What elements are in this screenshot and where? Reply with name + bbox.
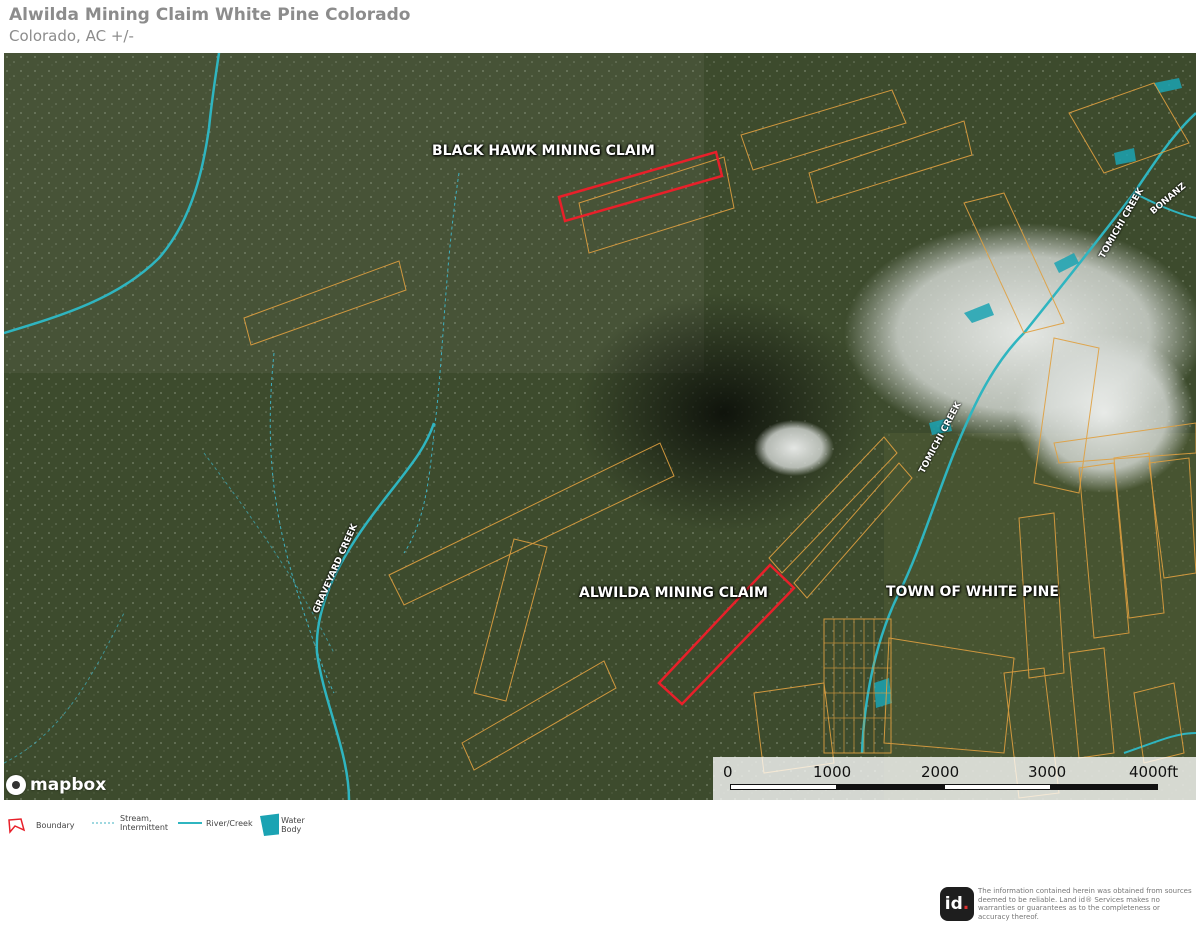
town-label: TOWN OF WHITE PINE [886,584,1059,600]
river-legend-icon [178,822,202,824]
scale-segment [944,784,1051,790]
map-imagery [4,53,1196,800]
boundary-legend-icon [8,818,26,834]
scale-tick: 3000 [1028,763,1067,781]
cloud [754,420,834,476]
legend-water-body-label: Water Body [281,816,305,834]
legend-boundary: Boundary [6,816,75,834]
legend-river: River/Creek [176,818,253,828]
legend-water-body: Water Body [258,812,314,838]
scale-tick: 2000 [921,763,960,781]
mapbox-attribution[interactable]: mapbox [6,775,106,795]
black-hawk-label: BLACK HAWK MINING CLAIM [432,143,655,159]
stream-legend-icon [92,822,114,824]
mapbox-logo-icon [6,775,26,795]
legend-boundary-label: Boundary [36,820,75,830]
scale-tick: 0 [723,763,733,781]
scale-segment [837,784,944,790]
mapbox-wordmark: mapbox [30,775,107,795]
legend-stream-label: Stream, Intermittent [120,814,168,832]
land-id-logo-text: id [944,894,963,914]
mountain-shadow [574,293,874,533]
map-title: Alwilda Mining Claim White Pine Colorado [9,5,411,25]
disclaimer-text: The information contained herein was obt… [978,887,1192,921]
scale-segment [730,784,837,790]
scale-tick: 1000 [813,763,852,781]
cloud [1014,333,1194,493]
alwilda-label: ALWILDA MINING CLAIM [579,585,768,601]
water-body-legend-icon [260,813,280,836]
land-id-logo-dot: . [962,894,970,914]
land-id-logo: id. [940,887,974,921]
scale-bar: 0 1000 2000 3000 4000ft [713,757,1196,800]
scale-tick: 4000ft [1129,763,1179,781]
legend-river-label: River/Creek [206,818,253,828]
scale-segment [1051,784,1158,790]
map-subtitle: Colorado, AC +/- [9,27,134,45]
legend-stream: Stream, Intermittent [90,814,168,832]
satellite-map[interactable]: BLACK HAWK MINING CLAIM ALWILDA MINING C… [4,53,1196,800]
legend-stream-line2: Intermittent [120,823,169,832]
legend-stream-line1: Stream, [120,814,152,823]
